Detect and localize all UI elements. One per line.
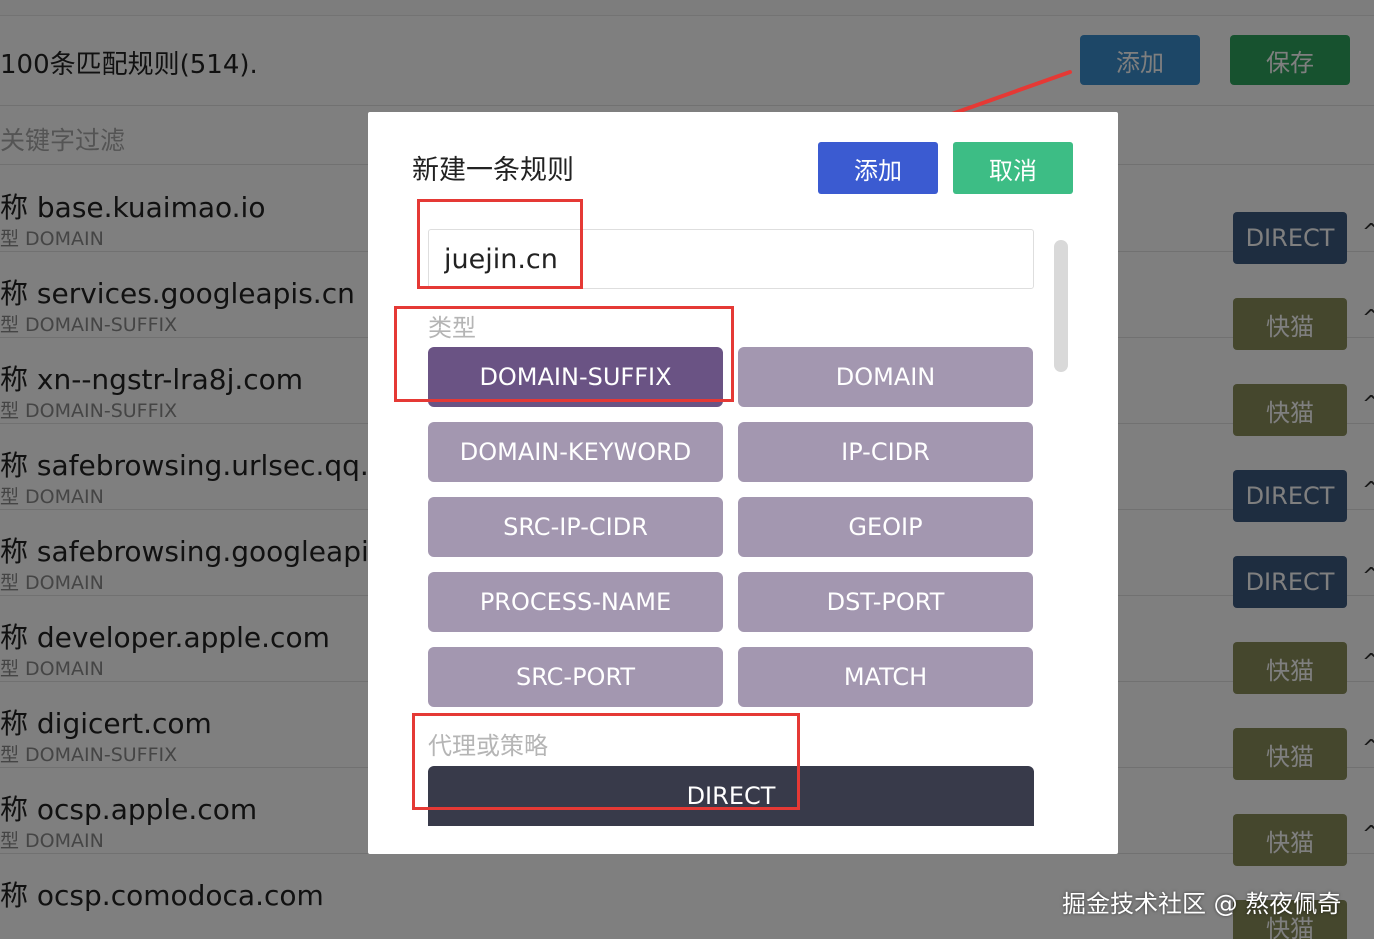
dialog-title: 新建一条规则 [412,155,574,186]
type-option-geoip[interactable]: GEOIP [738,497,1033,557]
type-option-ip-cidr[interactable]: IP-CIDR [738,422,1033,482]
type-option-src-ip-cidr[interactable]: SRC-IP-CIDR [428,497,723,557]
rule-payload-input[interactable] [428,229,1034,289]
type-option-domain-keyword[interactable]: DOMAIN-KEYWORD [428,422,723,482]
type-section-label: 类型 [428,314,476,342]
watermark: 掘金技术社区 @ 熬夜佩奇 [1062,890,1342,918]
new-rule-dialog: 新建一条规则 添加 取消 类型 DOMAIN-SUFFIX DOMAIN DOM… [368,112,1118,854]
dialog-add-button[interactable]: 添加 [818,142,938,194]
dialog-scrollbar[interactable] [1054,240,1068,372]
proxy-select-button[interactable]: DIRECT [428,766,1034,826]
type-option-domain-suffix[interactable]: DOMAIN-SUFFIX [428,347,723,407]
type-option-domain[interactable]: DOMAIN [738,347,1033,407]
type-option-match[interactable]: MATCH [738,647,1033,707]
type-option-src-port[interactable]: SRC-PORT [428,647,723,707]
type-option-process-name[interactable]: PROCESS-NAME [428,572,723,632]
type-option-dst-port[interactable]: DST-PORT [738,572,1033,632]
proxy-section-label: 代理或策略 [428,732,548,760]
dialog-cancel-button[interactable]: 取消 [953,142,1073,194]
